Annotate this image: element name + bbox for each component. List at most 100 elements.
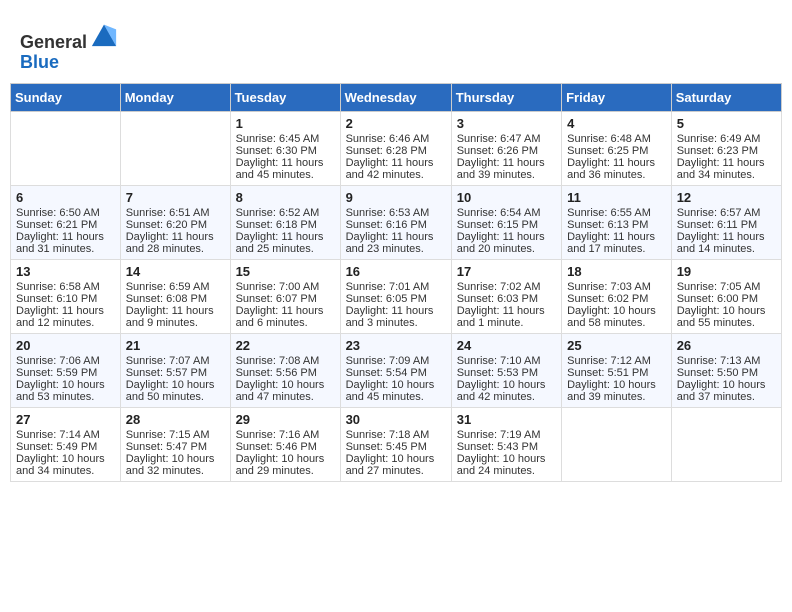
sunset-text: Sunset: 6:02 PM — [567, 293, 648, 305]
sunrise-text: Sunrise: 7:02 AM — [457, 281, 541, 293]
sunrise-text: Sunrise: 7:03 AM — [567, 281, 651, 293]
sunrise-text: Sunrise: 7:10 AM — [457, 355, 541, 367]
daylight-text: Daylight: 10 hours and 32 minutes. — [126, 453, 215, 477]
sunset-text: Sunset: 6:03 PM — [457, 293, 538, 305]
sunrise-text: Sunrise: 6:59 AM — [126, 281, 210, 293]
calendar-cell — [11, 111, 121, 185]
calendar-cell: 3 Sunrise: 6:47 AM Sunset: 6:26 PM Dayli… — [451, 111, 561, 185]
day-number: 29 — [236, 412, 335, 427]
calendar-cell: 27 Sunrise: 7:14 AM Sunset: 5:49 PM Dayl… — [11, 407, 121, 481]
sunrise-text: Sunrise: 6:54 AM — [457, 207, 541, 219]
calendar-table: SundayMondayTuesdayWednesdayThursdayFrid… — [10, 83, 782, 482]
sunset-text: Sunset: 5:56 PM — [236, 367, 317, 379]
sunset-text: Sunset: 6:15 PM — [457, 219, 538, 231]
daylight-text: Daylight: 11 hours and 6 minutes. — [236, 305, 324, 329]
calendar-cell: 23 Sunrise: 7:09 AM Sunset: 5:54 PM Dayl… — [340, 333, 451, 407]
logo-blue-text: Blue — [20, 52, 59, 72]
day-number: 4 — [567, 116, 666, 131]
sunset-text: Sunset: 6:00 PM — [677, 293, 758, 305]
sunrise-text: Sunrise: 6:50 AM — [16, 207, 100, 219]
sunrise-text: Sunrise: 7:16 AM — [236, 429, 320, 441]
calendar-cell: 12 Sunrise: 6:57 AM Sunset: 6:11 PM Dayl… — [671, 185, 781, 259]
day-number: 24 — [457, 338, 556, 353]
day-number: 13 — [16, 264, 115, 279]
daylight-text: Daylight: 10 hours and 55 minutes. — [677, 305, 766, 329]
sunrise-text: Sunrise: 7:12 AM — [567, 355, 651, 367]
sunrise-text: Sunrise: 7:06 AM — [16, 355, 100, 367]
sunrise-text: Sunrise: 7:13 AM — [677, 355, 761, 367]
sunrise-text: Sunrise: 7:00 AM — [236, 281, 320, 293]
sunset-text: Sunset: 5:53 PM — [457, 367, 538, 379]
calendar-cell: 16 Sunrise: 7:01 AM Sunset: 6:05 PM Dayl… — [340, 259, 451, 333]
daylight-text: Daylight: 11 hours and 12 minutes. — [16, 305, 104, 329]
sunrise-text: Sunrise: 7:15 AM — [126, 429, 210, 441]
calendar-cell: 8 Sunrise: 6:52 AM Sunset: 6:18 PM Dayli… — [230, 185, 340, 259]
daylight-text: Daylight: 11 hours and 36 minutes. — [567, 157, 655, 181]
sunrise-text: Sunrise: 7:05 AM — [677, 281, 761, 293]
sunrise-text: Sunrise: 6:51 AM — [126, 207, 210, 219]
daylight-text: Daylight: 10 hours and 24 minutes. — [457, 453, 546, 477]
calendar-cell: 10 Sunrise: 6:54 AM Sunset: 6:15 PM Dayl… — [451, 185, 561, 259]
daylight-text: Daylight: 10 hours and 47 minutes. — [236, 379, 325, 403]
calendar-cell: 14 Sunrise: 6:59 AM Sunset: 6:08 PM Dayl… — [120, 259, 230, 333]
day-number: 3 — [457, 116, 556, 131]
day-number: 22 — [236, 338, 335, 353]
daylight-text: Daylight: 11 hours and 17 minutes. — [567, 231, 655, 255]
day-number: 25 — [567, 338, 666, 353]
sunrise-text: Sunrise: 6:55 AM — [567, 207, 651, 219]
calendar-cell: 24 Sunrise: 7:10 AM Sunset: 5:53 PM Dayl… — [451, 333, 561, 407]
sunrise-text: Sunrise: 6:46 AM — [346, 133, 430, 145]
sunset-text: Sunset: 6:28 PM — [346, 145, 427, 157]
logo-general-text: General — [20, 32, 87, 52]
sunset-text: Sunset: 6:18 PM — [236, 219, 317, 231]
sunrise-text: Sunrise: 6:48 AM — [567, 133, 651, 145]
calendar-cell: 26 Sunrise: 7:13 AM Sunset: 5:50 PM Dayl… — [671, 333, 781, 407]
daylight-text: Daylight: 11 hours and 45 minutes. — [236, 157, 324, 181]
sunset-text: Sunset: 6:08 PM — [126, 293, 207, 305]
day-header-monday: Monday — [120, 83, 230, 111]
daylight-text: Daylight: 10 hours and 27 minutes. — [346, 453, 435, 477]
calendar-cell: 1 Sunrise: 6:45 AM Sunset: 6:30 PM Dayli… — [230, 111, 340, 185]
daylight-text: Daylight: 11 hours and 34 minutes. — [677, 157, 765, 181]
sunset-text: Sunset: 5:47 PM — [126, 441, 207, 453]
day-header-thursday: Thursday — [451, 83, 561, 111]
day-number: 21 — [126, 338, 225, 353]
daylight-text: Daylight: 11 hours and 23 minutes. — [346, 231, 434, 255]
sunrise-text: Sunrise: 6:47 AM — [457, 133, 541, 145]
daylight-text: Daylight: 10 hours and 39 minutes. — [567, 379, 656, 403]
sunrise-text: Sunrise: 6:49 AM — [677, 133, 761, 145]
calendar-cell: 29 Sunrise: 7:16 AM Sunset: 5:46 PM Dayl… — [230, 407, 340, 481]
daylight-text: Daylight: 10 hours and 37 minutes. — [677, 379, 766, 403]
day-number: 12 — [677, 190, 776, 205]
day-number: 2 — [346, 116, 446, 131]
sunrise-text: Sunrise: 6:58 AM — [16, 281, 100, 293]
day-number: 1 — [236, 116, 335, 131]
sunrise-text: Sunrise: 6:52 AM — [236, 207, 320, 219]
day-number: 5 — [677, 116, 776, 131]
daylight-text: Daylight: 11 hours and 25 minutes. — [236, 231, 324, 255]
calendar-cell: 9 Sunrise: 6:53 AM Sunset: 6:16 PM Dayli… — [340, 185, 451, 259]
calendar-week-row: 6 Sunrise: 6:50 AM Sunset: 6:21 PM Dayli… — [11, 185, 782, 259]
logo: General Blue — [20, 20, 118, 73]
daylight-text: Daylight: 11 hours and 31 minutes. — [16, 231, 104, 255]
sunset-text: Sunset: 6:23 PM — [677, 145, 758, 157]
day-number: 10 — [457, 190, 556, 205]
calendar-cell: 31 Sunrise: 7:19 AM Sunset: 5:43 PM Dayl… — [451, 407, 561, 481]
sunset-text: Sunset: 5:49 PM — [16, 441, 97, 453]
daylight-text: Daylight: 10 hours and 29 minutes. — [236, 453, 325, 477]
calendar-cell: 21 Sunrise: 7:07 AM Sunset: 5:57 PM Dayl… — [120, 333, 230, 407]
day-number: 17 — [457, 264, 556, 279]
calendar-cell: 17 Sunrise: 7:02 AM Sunset: 6:03 PM Dayl… — [451, 259, 561, 333]
sunset-text: Sunset: 6:21 PM — [16, 219, 97, 231]
daylight-text: Daylight: 10 hours and 50 minutes. — [126, 379, 215, 403]
sunset-text: Sunset: 5:51 PM — [567, 367, 648, 379]
logo-icon — [90, 20, 118, 48]
sunrise-text: Sunrise: 7:14 AM — [16, 429, 100, 441]
calendar-cell: 5 Sunrise: 6:49 AM Sunset: 6:23 PM Dayli… — [671, 111, 781, 185]
calendar-cell: 6 Sunrise: 6:50 AM Sunset: 6:21 PM Dayli… — [11, 185, 121, 259]
day-number: 8 — [236, 190, 335, 205]
sunset-text: Sunset: 6:16 PM — [346, 219, 427, 231]
day-number: 15 — [236, 264, 335, 279]
daylight-text: Daylight: 11 hours and 39 minutes. — [457, 157, 545, 181]
sunrise-text: Sunrise: 7:08 AM — [236, 355, 320, 367]
